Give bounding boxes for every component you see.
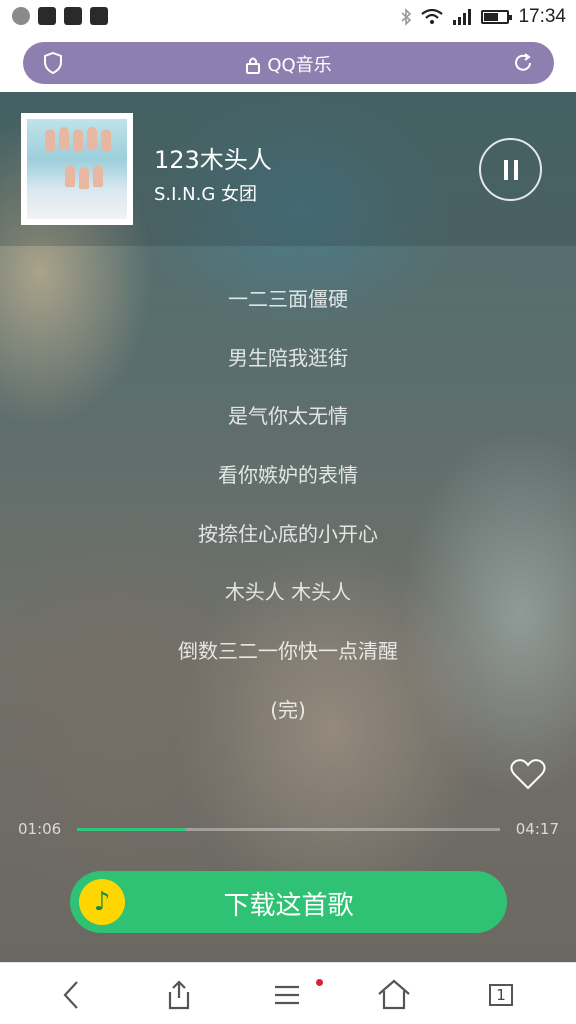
lyric-line: 是气你太无情 bbox=[228, 404, 348, 429]
lyric-line: 男生陪我逛街 bbox=[228, 345, 348, 370]
download-song-button[interactable]: ♪ 下载这首歌 bbox=[70, 871, 507, 933]
status-bar: 17:34 bbox=[0, 0, 576, 34]
progress-fill bbox=[77, 828, 186, 831]
download-label: 下载这首歌 bbox=[223, 891, 354, 921]
browser-toolbar: 1 bbox=[0, 962, 576, 1024]
player-panel: 123木头人 S.I.N.G 女团 一二三面僵硬 男生陪我逛街 是气你太无情 看… bbox=[0, 92, 576, 962]
home-icon[interactable] bbox=[377, 978, 411, 1012]
cover-figure bbox=[45, 129, 55, 151]
apps-notification-icon bbox=[64, 7, 82, 25]
cover-figure bbox=[59, 127, 69, 149]
bluetooth-icon bbox=[401, 8, 412, 26]
news-notification-icon bbox=[90, 7, 108, 25]
cover-figure bbox=[93, 165, 103, 187]
lock-icon bbox=[246, 57, 261, 74]
battery-icon bbox=[481, 10, 513, 24]
gallery-notification-icon bbox=[38, 7, 56, 25]
cover-figure bbox=[79, 167, 89, 189]
heart-icon[interactable] bbox=[510, 758, 546, 790]
cover-figure bbox=[87, 127, 97, 149]
address-bar-container: QQ音乐 bbox=[0, 34, 576, 92]
pause-icon-bar bbox=[504, 160, 508, 180]
elapsed-time: 01:06 bbox=[18, 820, 62, 838]
site-name: QQ音乐 bbox=[267, 55, 332, 76]
clock: 17:34 bbox=[518, 6, 566, 27]
artist-name: S.I.N.G 女团 bbox=[154, 184, 258, 205]
refresh-icon[interactable] bbox=[512, 52, 534, 74]
progress-bar[interactable] bbox=[77, 828, 500, 831]
share-icon[interactable] bbox=[162, 978, 196, 1012]
page-title[interactable]: QQ音乐 bbox=[23, 51, 554, 77]
total-duration: 04:17 bbox=[515, 820, 559, 838]
cover-figure bbox=[101, 129, 111, 151]
notification-icons bbox=[12, 7, 108, 25]
signal-icon bbox=[453, 9, 472, 25]
pause-button[interactable] bbox=[479, 138, 542, 201]
address-bar[interactable]: QQ音乐 bbox=[23, 42, 554, 84]
song-title: 123木头人 bbox=[154, 146, 272, 174]
menu-notification-dot bbox=[316, 979, 323, 986]
lyric-line: (完) bbox=[270, 697, 306, 722]
menu-icon[interactable] bbox=[270, 978, 304, 1012]
cover-figure bbox=[65, 165, 75, 187]
lyric-line: 倒数三二一你快一点清醒 bbox=[178, 639, 398, 664]
pause-icon-bar bbox=[514, 160, 518, 180]
wifi-icon bbox=[421, 9, 444, 24]
tab-count: 1 bbox=[489, 984, 513, 1006]
lyric-line: 一二三面僵硬 bbox=[228, 287, 348, 311]
song-header: 123木头人 S.I.N.G 女团 bbox=[0, 92, 576, 246]
lyric-line: 按捺住心底的小开心 bbox=[198, 521, 378, 546]
tabs-button[interactable]: 1 bbox=[482, 978, 516, 1012]
back-icon[interactable] bbox=[55, 978, 89, 1012]
lyric-line: 木头人 木头人 bbox=[224, 580, 352, 605]
album-cover bbox=[21, 113, 133, 225]
lyrics-panel: 一二三面僵硬 男生陪我逛街 是气你太无情 看你嫉妒的表情 按捺住心底的小开心 木… bbox=[0, 270, 576, 740]
app-notification-icon bbox=[12, 7, 30, 25]
album-art bbox=[27, 119, 127, 219]
cover-figure bbox=[73, 129, 83, 151]
lyric-line: 看你嫉妒的表情 bbox=[218, 463, 358, 488]
